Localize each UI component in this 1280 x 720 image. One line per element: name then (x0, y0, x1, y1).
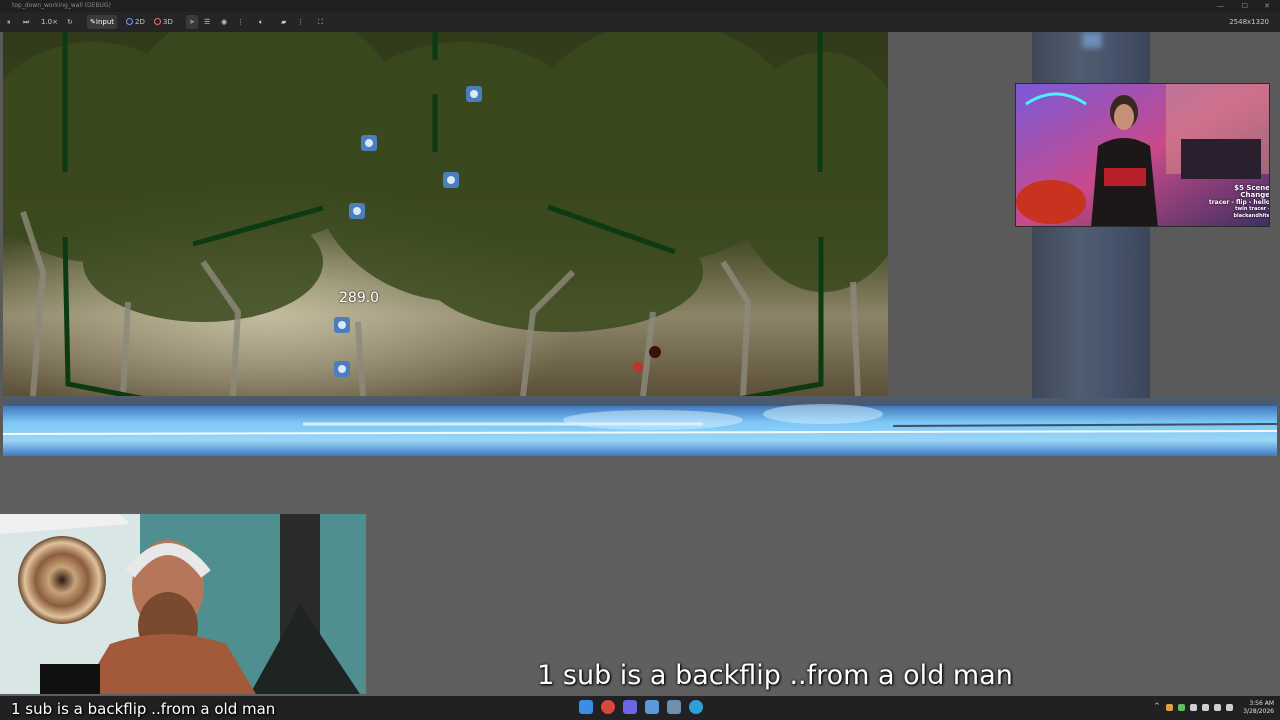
caption-small: 1 sub is a backflip ..from a old man (11, 700, 276, 718)
window-title: top_down_working_wall (DEBUG) (12, 2, 111, 9)
minimize-icon[interactable]: — (1217, 0, 1224, 12)
step-frame-icon[interactable]: ⏭ (20, 15, 32, 29)
file-explorer-icon[interactable] (645, 700, 659, 714)
guest-webcam: $5 Scene Change tracer - flip - hello tw… (1015, 83, 1270, 227)
debug-toolbar: ⏸ ⏭ 1.0× ↻ ✎Input 2D 3D ➤ ☰ ◉ ⋮ 🔈︎ ▰ ⋮ ⛶… (0, 12, 1280, 32)
forest-background (3, 32, 888, 396)
reset-icon[interactable]: ↻ (64, 15, 76, 29)
maximize-icon[interactable]: ☐ (1242, 0, 1248, 12)
select-icon[interactable]: ➤ (186, 15, 198, 29)
guest-overlay: $5 Scene Change tracer - flip - hello tw… (1206, 184, 1270, 220)
edge-icon[interactable] (689, 700, 703, 714)
start-icon[interactable] (579, 700, 593, 714)
water-stream (3, 398, 1277, 456)
score-readout: 289.0 (339, 290, 380, 306)
hazard-ball (633, 362, 643, 372)
window-titlebar: top_down_working_wall (DEBUG) — ☐ ✕ (0, 0, 1280, 12)
clock-date[interactable]: 3/28/2026 (1243, 708, 1274, 715)
caption-main: 1 sub is a backflip ..from a old man (537, 660, 1013, 691)
clock-time[interactable]: 3:56 AM (1249, 700, 1274, 707)
volume-icon[interactable] (1226, 704, 1233, 711)
mode-3d-button[interactable]: 3D (151, 15, 176, 29)
input-toggle[interactable]: ✎Input (87, 15, 118, 29)
resolution-readout: 2548x1320 (1229, 18, 1269, 26)
chrome-icon[interactable] (601, 700, 615, 714)
pillar-glow (1082, 32, 1102, 48)
discord-icon[interactable] (623, 700, 637, 714)
bluetooth-icon[interactable] (1190, 704, 1197, 711)
zoom-button[interactable]: 1.0× (38, 15, 61, 29)
close-icon[interactable]: ✕ (1264, 0, 1270, 12)
camera-icon[interactable]: ▰ (278, 15, 289, 29)
speaker-icon[interactable]: 🔈︎ (256, 15, 266, 29)
network-icon[interactable] (1214, 704, 1221, 711)
chevron-up-icon[interactable]: ^ (1154, 702, 1161, 710)
godot-icon[interactable] (667, 700, 681, 714)
more-icon[interactable]: ⋮ (234, 15, 247, 29)
microphone-icon[interactable] (1178, 704, 1185, 711)
fullscreen-icon[interactable]: ⛶ (315, 15, 326, 29)
tray-app-icon[interactable] (1166, 704, 1173, 711)
input-label: Input (95, 18, 115, 26)
more-icon-2[interactable]: ⋮ (294, 15, 307, 29)
system-tray: ^ 3:56 AM 3/28/2026 (1154, 698, 1274, 718)
guest-overlay-line2: tracer - flip - hello (1208, 199, 1270, 206)
mode-2d-button[interactable]: 2D (123, 15, 148, 29)
guest-overlay-line3: twin tracer - blackandhite (1233, 206, 1270, 219)
guest-overlay-line1: $5 Scene Change (1234, 184, 1270, 199)
player-ball (649, 346, 661, 358)
pause-icon[interactable]: ⏸ (4, 15, 14, 29)
list-icon[interactable]: ☰ (201, 15, 213, 29)
display-icon[interactable] (1202, 704, 1209, 711)
eye-icon[interactable]: ◉ (218, 15, 230, 29)
